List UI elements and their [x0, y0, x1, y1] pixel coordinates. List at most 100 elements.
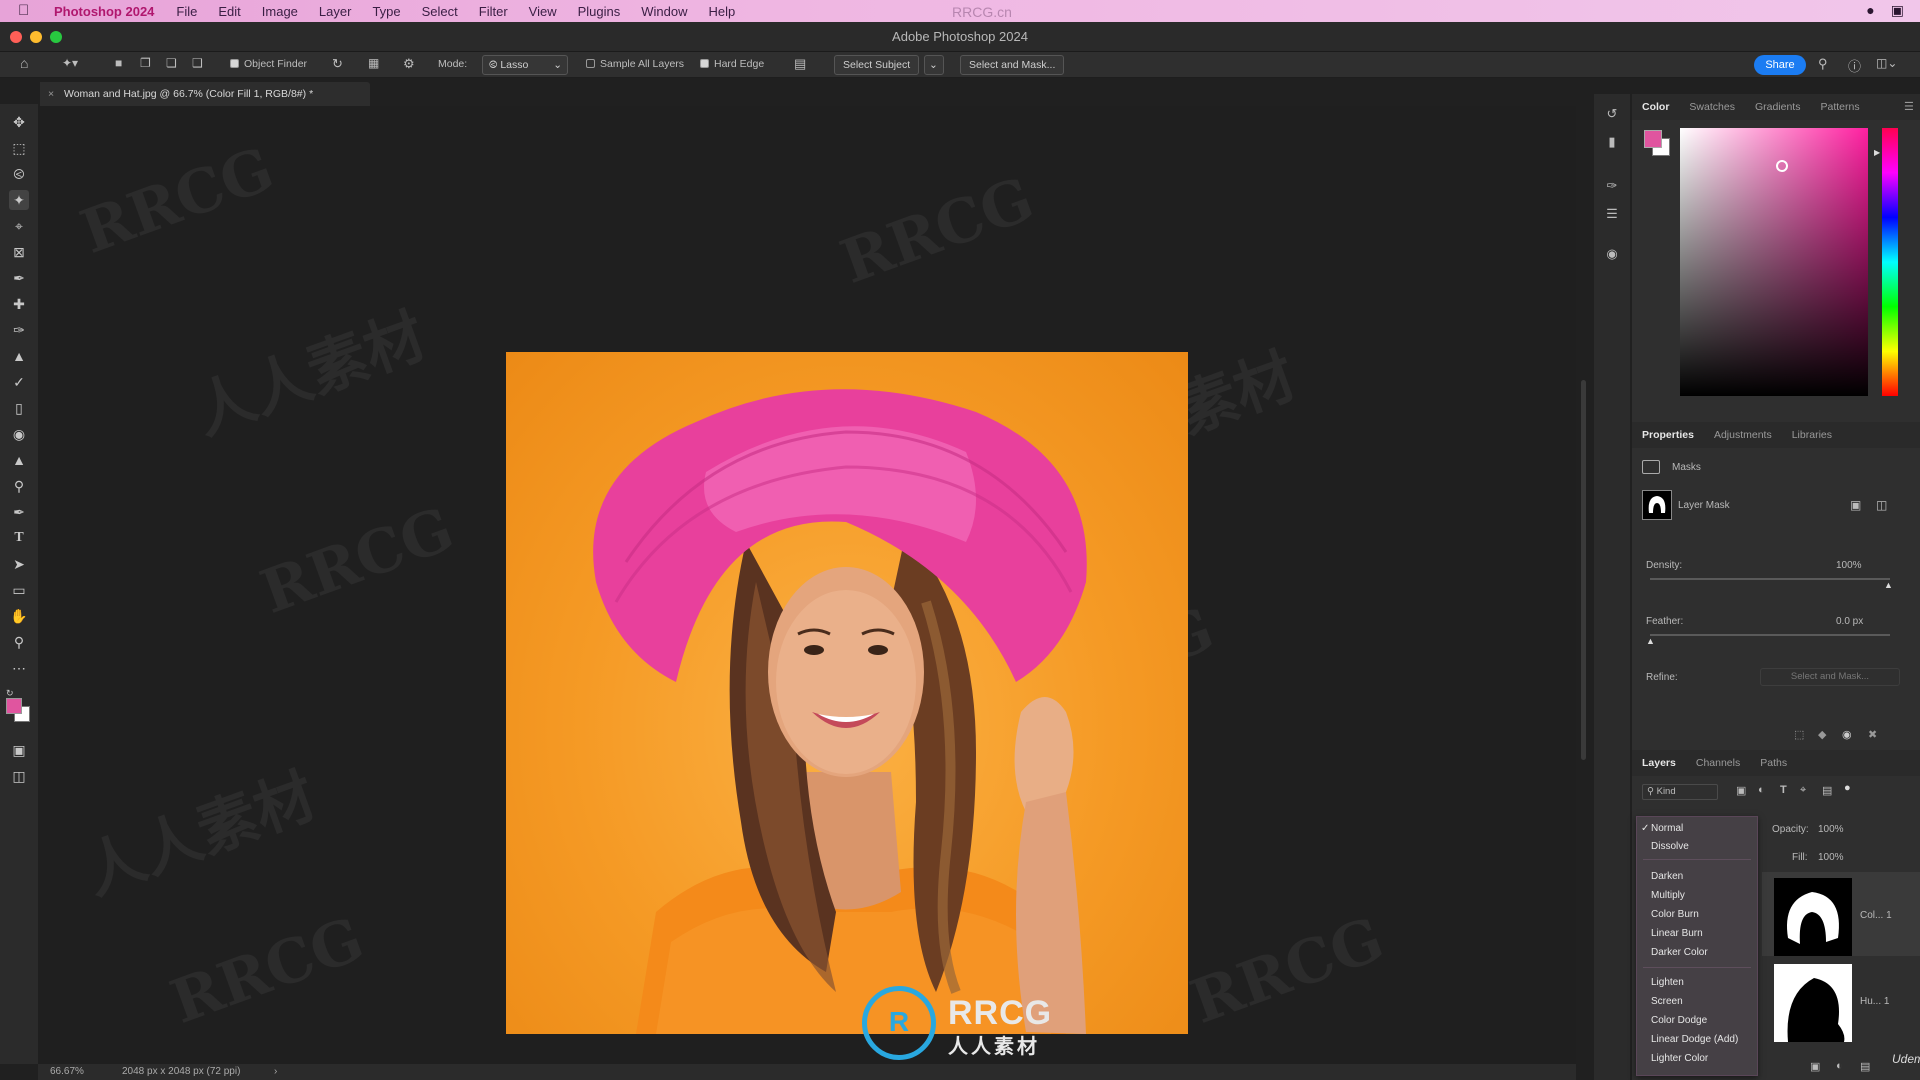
- pen-tool-icon[interactable]: ✒: [9, 502, 29, 522]
- filter-adjustment-icon[interactable]: ◐: [1758, 784, 1765, 796]
- adjust-icon[interactable]: ☰: [1603, 206, 1621, 224]
- show-objects-icon[interactable]: ▦: [368, 56, 379, 70]
- history-brush-tool-icon[interactable]: ✓: [9, 372, 29, 392]
- chevron-right-icon[interactable]: ›: [274, 1064, 277, 1080]
- tab-layers[interactable]: Layers: [1632, 750, 1686, 776]
- close-window-button[interactable]: [10, 31, 22, 43]
- feather-value[interactable]: 0.0 px: [1836, 616, 1863, 627]
- refine-select-and-mask-button[interactable]: Select and Mask...: [1760, 668, 1900, 686]
- select-subject-button[interactable]: Select Subject: [834, 55, 920, 75]
- zoom-level[interactable]: 66.67%: [50, 1064, 84, 1080]
- mode-dropdown[interactable]: ⧀ Lasso ⌄: [482, 55, 568, 75]
- blend-color-burn[interactable]: Color Burn: [1651, 909, 1699, 920]
- load-selection-icon[interactable]: ⬚: [1794, 728, 1804, 741]
- eyedropper-tool-icon[interactable]: ✒: [9, 268, 29, 288]
- dodge-tool-icon[interactable]: ⚲: [9, 476, 29, 496]
- document-info[interactable]: 2048 px x 2048 px (72 ppi): [122, 1064, 240, 1080]
- sample-all-layers-toggle[interactable]: Sample All Layers: [586, 58, 684, 70]
- layer-style-icon[interactable]: ▣: [1810, 1060, 1820, 1073]
- blur-tool-icon[interactable]: ▲: [9, 450, 29, 470]
- foreground-color-swatch[interactable]: [6, 698, 22, 714]
- blend-darken[interactable]: Darken: [1651, 871, 1683, 882]
- pixel-mask-icon[interactable]: ▣: [1850, 498, 1861, 512]
- rectangle-tool-icon[interactable]: ▭: [9, 580, 29, 600]
- panel-menu-icon[interactable]: ☰: [1904, 100, 1914, 113]
- canvas-vertical-scrollbar[interactable]: [1581, 380, 1586, 760]
- tool-preset-icon[interactable]: ✦▾: [62, 56, 78, 70]
- menu-layer[interactable]: Layer: [319, 4, 352, 19]
- new-selection-icon[interactable]: ■: [115, 56, 122, 70]
- tab-paths[interactable]: Paths: [1750, 750, 1797, 776]
- menu-view[interactable]: View: [529, 4, 557, 19]
- layer-row[interactable]: Col... 1: [1762, 872, 1920, 956]
- menu-edit[interactable]: Edit: [218, 4, 240, 19]
- intersect-selection-icon[interactable]: ❑: [192, 56, 203, 70]
- menu-filter[interactable]: Filter: [479, 4, 508, 19]
- filter-smart-object-icon[interactable]: ▤: [1822, 784, 1832, 797]
- document-tab[interactable]: × Woman and Hat.jpg @ 66.7% (Color Fill …: [40, 82, 370, 106]
- hue-pointer-icon[interactable]: ▶: [1874, 148, 1880, 157]
- quick-mask-icon[interactable]: ▣: [9, 740, 29, 760]
- crop-tool-icon[interactable]: ⌖: [9, 216, 29, 236]
- menu-type[interactable]: Type: [372, 4, 400, 19]
- apply-mask-icon[interactable]: ◆: [1818, 728, 1826, 741]
- layer-filter-dropdown[interactable]: ⚲ Kind: [1642, 784, 1718, 800]
- layer-name[interactable]: Hu... 1: [1860, 996, 1889, 1007]
- frame-tool-icon[interactable]: ⊠: [9, 242, 29, 262]
- menu-help[interactable]: Help: [709, 4, 736, 19]
- add-selection-icon[interactable]: ❐: [140, 56, 151, 70]
- layer-row[interactable]: Hu... 1: [1762, 958, 1920, 1042]
- tab-swatches[interactable]: Swatches: [1679, 94, 1745, 120]
- eraser-tool-icon[interactable]: ▯: [9, 398, 29, 418]
- blend-lighten[interactable]: Lighten: [1651, 977, 1684, 988]
- blend-lighter-color[interactable]: Lighter Color: [1651, 1053, 1708, 1064]
- new-fill-layer-icon[interactable]: ◐: [1836, 1060, 1843, 1072]
- opacity-value[interactable]: 100%: [1818, 824, 1844, 835]
- color-picker-field[interactable]: [1680, 128, 1868, 396]
- object-finder-toggle[interactable]: Object Finder: [230, 58, 307, 70]
- tab-properties[interactable]: Properties: [1632, 422, 1704, 448]
- color-foreground-swatch[interactable]: [1644, 130, 1662, 148]
- filter-toggle-icon[interactable]: ●: [1844, 782, 1851, 794]
- workspace-icon[interactable]: ◫⌄: [1876, 56, 1897, 70]
- select-and-mask-button[interactable]: Select and Mask...: [960, 55, 1065, 75]
- clone-stamp-tool-icon[interactable]: ▲: [9, 346, 29, 366]
- share-button[interactable]: Share: [1754, 55, 1806, 75]
- screen-mode-icon[interactable]: ◫: [9, 766, 29, 786]
- density-value[interactable]: 100%: [1836, 560, 1862, 571]
- blend-multiply[interactable]: Multiply: [1651, 890, 1685, 901]
- trash-icon[interactable]: ✖: [1868, 728, 1877, 741]
- sample-all-layers-checkbox[interactable]: [586, 59, 595, 68]
- feather-slider-handle[interactable]: ▲: [1646, 636, 1655, 646]
- blend-normal[interactable]: Normal: [1651, 823, 1683, 834]
- close-tab-icon[interactable]: ×: [48, 82, 54, 106]
- menu-image[interactable]: Image: [262, 4, 298, 19]
- blend-color-dodge[interactable]: Color Dodge: [1651, 1015, 1707, 1026]
- apple-icon[interactable]: : [18, 2, 36, 20]
- learn-icon[interactable]: ◉: [1603, 246, 1621, 264]
- blend-screen[interactable]: Screen: [1651, 996, 1683, 1007]
- tab-libraries[interactable]: Libraries: [1782, 422, 1842, 448]
- hue-slider[interactable]: [1882, 128, 1898, 396]
- app-menu[interactable]: Photoshop 2024: [54, 4, 154, 19]
- feather-slider[interactable]: [1650, 634, 1890, 636]
- menu-select[interactable]: Select: [422, 4, 458, 19]
- history-icon[interactable]: ↺: [1603, 106, 1621, 124]
- hand-tool-icon[interactable]: ✋: [9, 606, 29, 626]
- brush-settings-icon[interactable]: ✑: [1603, 178, 1621, 196]
- tab-gradients[interactable]: Gradients: [1745, 94, 1811, 120]
- density-slider[interactable]: [1650, 578, 1890, 580]
- fill-value[interactable]: 100%: [1818, 852, 1844, 863]
- menu-window[interactable]: Window: [641, 4, 687, 19]
- minimize-window-button[interactable]: [30, 31, 42, 43]
- comments-icon[interactable]: ▮: [1603, 134, 1621, 152]
- home-icon[interactable]: ⌂: [20, 55, 28, 71]
- hard-edge-toggle[interactable]: Hard Edge: [700, 58, 764, 70]
- marquee-tool-icon[interactable]: ⬚: [9, 138, 29, 158]
- search-icon[interactable]: ⚲: [1818, 56, 1828, 72]
- tab-color[interactable]: Color: [1632, 94, 1679, 120]
- hard-edge-checkbox[interactable]: [700, 59, 709, 68]
- filter-type-icon[interactable]: T: [1780, 784, 1787, 796]
- density-slider-handle[interactable]: ▲: [1884, 580, 1893, 590]
- menu-plugins[interactable]: Plugins: [578, 4, 621, 19]
